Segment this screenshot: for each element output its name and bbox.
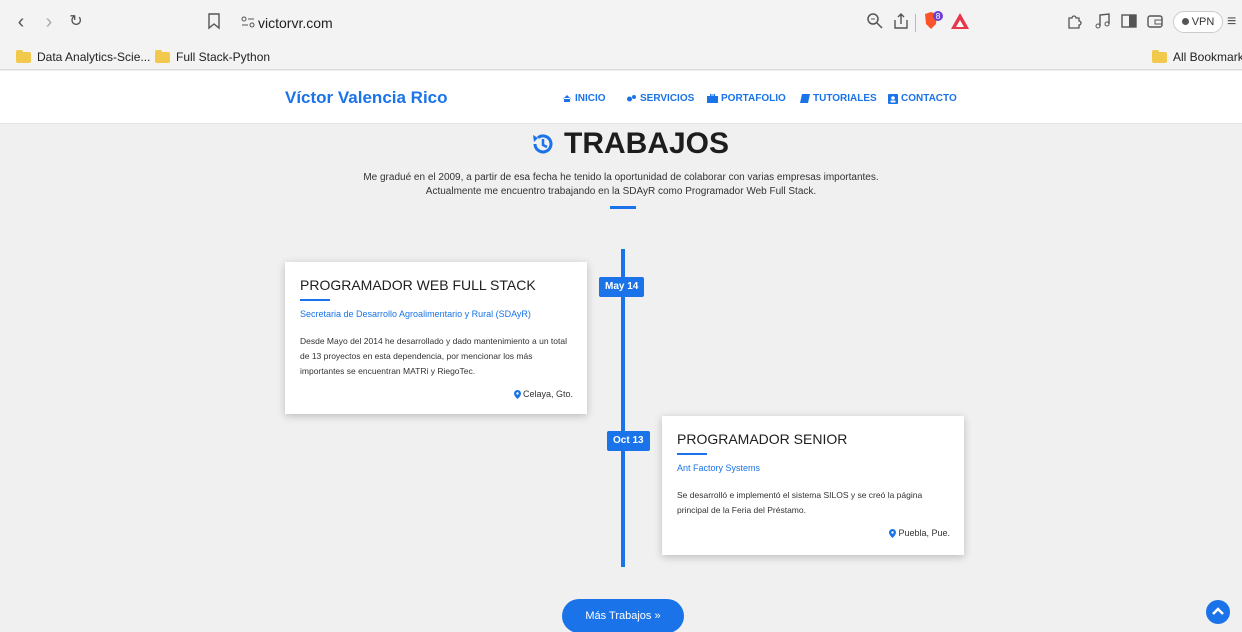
job-company[interactable]: Secretaria de Desarrollo Agroalimentario… bbox=[300, 309, 531, 319]
browser-toolbar: ‹ › ↻ victorvr.com 8 VPN ≡ bbox=[0, 0, 1242, 46]
bookmark-label: Data Analytics-Scie... bbox=[37, 50, 151, 64]
job-title-rule bbox=[677, 453, 707, 455]
folder-icon bbox=[155, 49, 170, 63]
job-location-text: Puebla, Pue. bbox=[898, 528, 950, 538]
nav-label: TUTORIALES bbox=[813, 93, 877, 104]
extensions-icon[interactable] bbox=[1065, 12, 1085, 32]
history-icon bbox=[533, 134, 553, 154]
job-date-badge: May 14 bbox=[599, 277, 645, 297]
job-description: Desde Mayo del 2014 he desarrollado y da… bbox=[300, 336, 567, 376]
bookmarks-bar: Data Analytics-Scie... Full Stack-Python… bbox=[0, 46, 1242, 70]
site-info-icon[interactable] bbox=[240, 14, 260, 34]
folder-icon bbox=[1152, 49, 1167, 63]
job-location: Celaya, Gto. bbox=[513, 389, 573, 399]
job-card: PROGRAMADOR WEB FULL STACK Secretaria de… bbox=[285, 262, 587, 414]
folder-icon bbox=[16, 49, 31, 63]
job-title: PROGRAMADOR WEB FULL STACK bbox=[300, 277, 536, 293]
nav-label: SERVICIOS bbox=[640, 93, 695, 104]
reload-icon[interactable]: ↻ bbox=[65, 11, 87, 33]
intro-text-line-2: Actualmente me encuentro trabajando en l… bbox=[425, 186, 817, 197]
nav-item-servicios[interactable]: SERVICIOS bbox=[626, 93, 694, 104]
brave-shield-icon[interactable]: 8 bbox=[922, 10, 943, 30]
contact-card-icon bbox=[888, 93, 898, 104]
rewards-icon[interactable] bbox=[950, 12, 970, 32]
map-marker-icon bbox=[889, 528, 897, 538]
zoom-icon[interactable] bbox=[866, 12, 886, 32]
job-description: Se desarrolló e implementó el sistema SI… bbox=[677, 490, 923, 515]
job-location: Puebla, Pue. bbox=[889, 528, 950, 538]
nav-label: PORTAFOLIO bbox=[721, 93, 786, 104]
job-date-badge: Oct 13 bbox=[607, 431, 650, 451]
nav-item-inicio[interactable]: INICIO bbox=[562, 93, 606, 104]
music-icon[interactable] bbox=[1094, 12, 1114, 32]
bookmark-icon[interactable] bbox=[207, 12, 227, 32]
menu-icon[interactable]: ≡ bbox=[1227, 12, 1242, 32]
wallet-icon[interactable] bbox=[1146, 12, 1166, 32]
cogs-icon bbox=[627, 95, 636, 102]
nav-item-tutoriales[interactable]: TUTORIALES bbox=[800, 93, 877, 104]
job-location-text: Celaya, Gto. bbox=[522, 389, 573, 399]
toolbar-divider bbox=[915, 14, 916, 32]
job-title: PROGRAMADOR SENIOR bbox=[677, 431, 848, 447]
back-icon[interactable]: ‹ bbox=[10, 11, 32, 33]
nav-label: CONTACTO bbox=[901, 93, 957, 104]
section-heading: TRABAJOS bbox=[530, 127, 729, 161]
nav-item-portafolio[interactable]: PORTAFOLIO bbox=[707, 93, 786, 104]
job-company[interactable]: Ant Factory Systems bbox=[677, 463, 760, 473]
bookmark-item[interactable]: Full Stack-Python bbox=[155, 49, 271, 64]
book-icon bbox=[800, 94, 810, 103]
url-text[interactable]: victorvr.com bbox=[258, 15, 333, 31]
sidebar-icon[interactable] bbox=[1120, 12, 1140, 32]
section-title: TRABAJOS bbox=[564, 127, 730, 160]
bookmark-label: Full Stack-Python bbox=[176, 50, 271, 64]
job-card: PROGRAMADOR SENIOR Ant Factory Systems S… bbox=[662, 416, 964, 555]
vpn-button[interactable]: VPN bbox=[1173, 11, 1223, 33]
nav-label: INICIO bbox=[575, 93, 606, 104]
briefcase-icon bbox=[707, 94, 718, 103]
more-jobs-button[interactable]: Más Trabajos » bbox=[562, 599, 684, 632]
forward-icon[interactable]: › bbox=[38, 11, 60, 33]
share-icon[interactable] bbox=[892, 12, 912, 32]
job-title-rule bbox=[300, 299, 330, 301]
site-brand[interactable]: Víctor Valencia Rico bbox=[285, 88, 448, 108]
intro-text-line-1: Me gradué en el 2009, a partir de esa fe… bbox=[363, 172, 879, 183]
title-underline bbox=[610, 206, 636, 209]
site-header: Víctor Valencia Rico INICIO SERVICIOS PO… bbox=[0, 71, 1242, 124]
nav-item-contacto[interactable]: CONTACTO bbox=[888, 93, 957, 104]
scroll-to-top-button[interactable] bbox=[1206, 600, 1230, 624]
home-icon bbox=[563, 95, 571, 102]
shield-badge-count: 8 bbox=[935, 12, 940, 21]
bookmark-item[interactable]: Data Analytics-Scie... bbox=[16, 49, 151, 64]
all-bookmarks-button[interactable]: All Bookmarks bbox=[1152, 49, 1242, 64]
map-marker-icon bbox=[513, 389, 521, 399]
all-bookmarks-label: All Bookmarks bbox=[1173, 50, 1242, 64]
chevron-up-icon bbox=[1212, 607, 1224, 615]
